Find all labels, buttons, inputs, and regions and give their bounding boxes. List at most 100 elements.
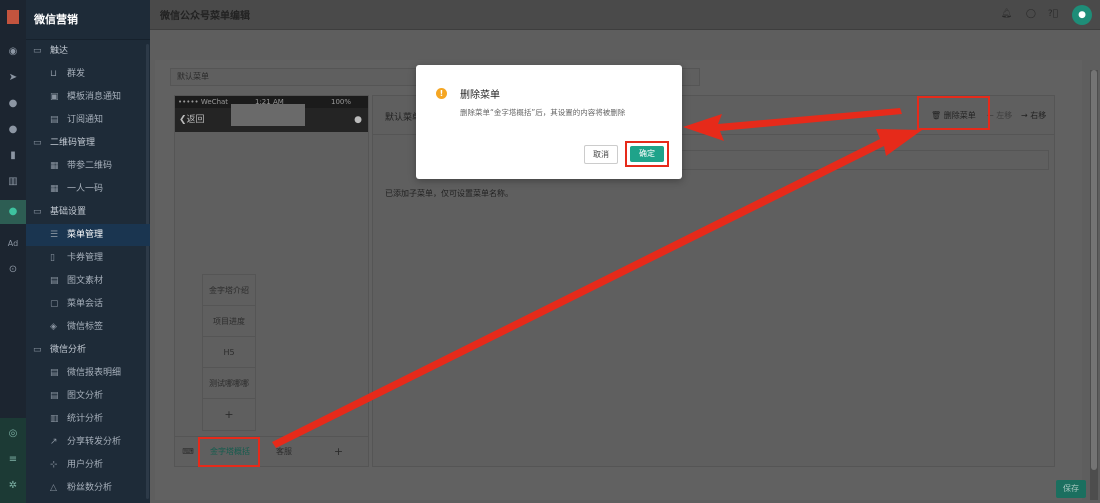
move-left-label: 左移 bbox=[996, 111, 1013, 120]
group-icon[interactable]: ● bbox=[0, 124, 26, 136]
article-icon: ▤ bbox=[50, 391, 59, 401]
notice-icon: ▤ bbox=[50, 115, 59, 125]
sidebar-item-label: 一人一码 bbox=[67, 184, 104, 194]
sidebar-item-subscription-notice[interactable]: ▤ 订阅通知 bbox=[26, 109, 150, 131]
sidebar-item-menu-session[interactable]: ▢ 菜单会话 bbox=[26, 293, 150, 315]
dashboard-icon[interactable]: ◉ bbox=[0, 46, 26, 58]
dialog-message: 删除菜单“金字塔概括”后，其设置的内容将被删除 bbox=[460, 108, 626, 117]
stats-icon: ▥ bbox=[50, 414, 59, 424]
wechat-icon[interactable]: ● bbox=[0, 206, 26, 218]
nav-group-wechat-analysis[interactable]: ▭ 微信分析 bbox=[26, 339, 150, 361]
settings-circle-icon[interactable]: ⊙ bbox=[0, 264, 26, 276]
face-icon[interactable]: ◎ bbox=[0, 428, 26, 440]
sidebar-item-report-detail[interactable]: ▤ 微信报表明细 bbox=[26, 362, 150, 384]
sidebar-item-label: 群发 bbox=[67, 69, 86, 79]
sub-menu-item[interactable]: 金字塔介绍 bbox=[203, 275, 255, 306]
nav-group-basic-settings[interactable]: ▭ 基础设置 bbox=[26, 201, 150, 223]
cancel-button[interactable]: 取消 bbox=[584, 145, 618, 164]
article-icon: ▤ bbox=[50, 276, 59, 286]
avatar[interactable]: ● bbox=[1072, 5, 1092, 25]
nav-group-label: 基础设置 bbox=[50, 207, 87, 217]
sub-menu-hint: 已添加子菜单，仅可设置菜单名称。 bbox=[385, 189, 513, 198]
menu-tab-highlight bbox=[198, 437, 260, 467]
dialog-title: 删除菜单 bbox=[460, 90, 500, 101]
sidebar-item-article-analysis[interactable]: ▤ 图文分析 bbox=[26, 385, 150, 407]
sub-menu-item[interactable]: H5 bbox=[203, 337, 255, 368]
page-title: 微信公众号菜单编辑 bbox=[160, 11, 250, 22]
icon-rail: ◉ ➤ ● ● ▮ ▥ ● Ad ⊙ ◎ ≡ ✲ bbox=[0, 0, 26, 503]
folder-icon: ▭ bbox=[33, 345, 42, 355]
qrcode-icon: ▦ bbox=[50, 184, 59, 194]
sidebar-item-label: 分享转发分析 bbox=[67, 437, 122, 447]
move-right-label: 右移 bbox=[1030, 111, 1047, 120]
sub-menu-list: 金字塔介绍 项目进度 H5 测试哪哪哪 + bbox=[202, 274, 256, 431]
sidebar-item-share-analysis[interactable]: ↗ 分享转发分析 bbox=[26, 431, 150, 453]
sidebar-item-coupon-management[interactable]: ▯ 卡券管理 bbox=[26, 247, 150, 269]
sidebar-item-label: 微信标签 bbox=[67, 322, 104, 332]
book-icon[interactable]: ▮ bbox=[0, 150, 26, 162]
sidebar-item-wechat-tags[interactable]: ◈ 微信标签 bbox=[26, 316, 150, 338]
menu-title-field[interactable] bbox=[655, 150, 1049, 170]
arrow-right-icon: → bbox=[1021, 111, 1028, 120]
sidebar-item-menu-management[interactable]: ☰ 菜单管理 bbox=[26, 224, 150, 246]
sidebar-item-label: 带参二维码 bbox=[67, 161, 113, 171]
sub-menu-item[interactable]: 项目进度 bbox=[203, 306, 255, 337]
nav-group-qrcode[interactable]: ▭ 二维码管理 bbox=[26, 132, 150, 154]
sidebar: 微信营销 ▭ 触达 ⊔ 群发 ▣ 模板消息通知 ▤ 订阅通知 ▭ 二维码管理 ▦ 带参二维码… bbox=[26, 0, 150, 503]
sub-menu-item[interactable]: 测试哪哪哪 bbox=[203, 368, 255, 399]
save-button[interactable]: 保存 bbox=[1056, 480, 1086, 498]
sidebar-item-label: 模板消息通知 bbox=[67, 92, 122, 102]
battery-label: 100% bbox=[331, 98, 352, 106]
add-sub-menu-button[interactable]: + bbox=[203, 399, 255, 430]
keyboard-icon[interactable]: ⌨ bbox=[179, 437, 197, 467]
send-icon: ⊔ bbox=[50, 69, 58, 79]
sidebar-item-label: 用户分析 bbox=[67, 460, 104, 470]
share-icon: ↗ bbox=[50, 437, 58, 447]
sidebar-item-label: 菜单会话 bbox=[67, 299, 104, 309]
menu-tab-service[interactable]: 客服 bbox=[259, 437, 309, 467]
user-icon[interactable]: ● bbox=[0, 98, 26, 110]
sidebar-item-mass-send[interactable]: ⊔ 群发 bbox=[26, 63, 150, 85]
warning-icon: ! bbox=[436, 88, 447, 99]
back-label[interactable]: 返回 bbox=[187, 115, 205, 125]
sidebar-item-user-analysis[interactable]: ⊹ 用户分析 bbox=[26, 454, 150, 476]
sidebar-item-template-notice[interactable]: ▣ 模板消息通知 bbox=[26, 86, 150, 108]
sidebar-item-label: 统计分析 bbox=[67, 414, 104, 424]
user-icon: ● bbox=[354, 115, 362, 125]
sidebar-item-fans-analysis[interactable]: △ 粉丝数分析 bbox=[26, 477, 150, 499]
folder-icon: ▭ bbox=[33, 138, 42, 148]
nav-group-label: 微信分析 bbox=[50, 345, 87, 355]
message-icon[interactable]: ◯ bbox=[1026, 9, 1036, 19]
bell-icon[interactable]: 🔔︎ bbox=[1001, 9, 1012, 19]
folder-icon: ▭ bbox=[33, 46, 42, 56]
scrollbar-thumb[interactable] bbox=[1091, 70, 1097, 470]
chat-icon: ▢ bbox=[50, 299, 59, 309]
list-icon[interactable]: ≡ bbox=[0, 454, 26, 466]
chart-icon[interactable]: ▥ bbox=[0, 176, 26, 188]
account-name-blurred bbox=[231, 104, 305, 126]
help-icon[interactable]: ?⃝ bbox=[1048, 9, 1058, 19]
add-menu-button[interactable]: + bbox=[309, 437, 368, 467]
sidebar-item-label: 图文素材 bbox=[67, 276, 104, 286]
confirm-highlight: 确定 bbox=[625, 141, 669, 167]
sidebar-item-statistics[interactable]: ▥ 统计分析 bbox=[26, 408, 150, 430]
sidebar-item-param-qrcode[interactable]: ▦ 带参二维码 bbox=[26, 155, 150, 177]
sidebar-item-one-code[interactable]: ▦ 一人一码 bbox=[26, 178, 150, 200]
ad-icon[interactable]: Ad bbox=[0, 238, 26, 250]
nav-group-reach[interactable]: ▭ 触达 bbox=[26, 40, 150, 62]
top-bar: 微信公众号菜单编辑 🔔︎ ◯ ?⃝ ● bbox=[150, 0, 1100, 30]
folder-icon: ▭ bbox=[33, 207, 42, 217]
confirm-button[interactable]: 确定 bbox=[630, 146, 664, 162]
menu-icon: ☰ bbox=[50, 230, 59, 240]
content-scrollbar[interactable] bbox=[1090, 70, 1098, 500]
move-right-button[interactable]: → 右移 bbox=[1021, 110, 1046, 121]
move-left-button[interactable]: ← 左移 bbox=[987, 110, 1012, 121]
nav-group-label: 二维码管理 bbox=[50, 138, 96, 148]
sidebar-item-label: 订阅通知 bbox=[67, 115, 104, 125]
qrcode-icon: ▦ bbox=[50, 161, 59, 171]
sidebar-item-article-material[interactable]: ▤ 图文素材 bbox=[26, 270, 150, 292]
chevron-left-icon[interactable]: ❮ bbox=[179, 115, 187, 125]
delete-menu-highlight bbox=[917, 96, 990, 130]
send-icon[interactable]: ➤ bbox=[0, 72, 26, 84]
gear-icon[interactable]: ✲ bbox=[0, 480, 26, 492]
